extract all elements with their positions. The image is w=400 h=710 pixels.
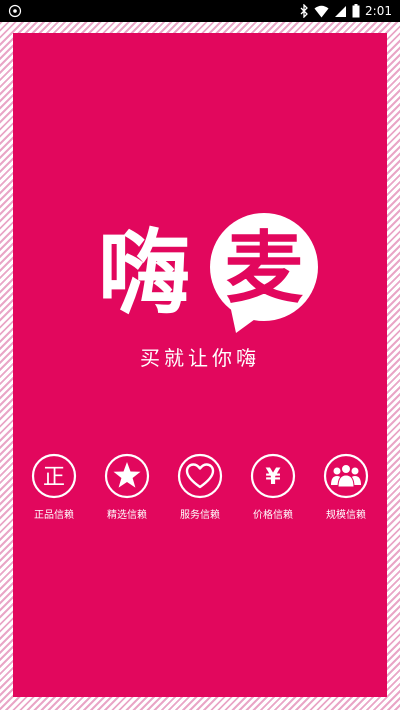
- logo-bubble: 麦: [210, 213, 318, 333]
- group-badge-icon: [323, 453, 369, 499]
- feature-item: ¥ 价格信赖: [239, 452, 307, 521]
- yen-glyph: ¥: [265, 465, 281, 490]
- zheng-badge-icon: 正: [31, 453, 77, 499]
- feature-item: 精选信赖: [93, 452, 161, 521]
- heart-badge-icon: [177, 453, 223, 499]
- feature-list: 正 正品信赖 精选信赖 服务信赖 ¥ 价格信赖 规模信赖: [20, 452, 380, 521]
- zheng-glyph: 正: [43, 465, 65, 490]
- bluetooth-icon: [300, 4, 308, 18]
- feature-label: 精选信赖: [107, 510, 147, 521]
- signal-icon: [335, 5, 347, 17]
- status-bar-left: [8, 4, 22, 18]
- wifi-icon: [314, 5, 329, 17]
- app-notification-icon: [8, 4, 22, 18]
- feature-label: 价格信赖: [253, 510, 293, 521]
- yen-badge-icon: ¥: [250, 453, 296, 499]
- feature-label: 正品信赖: [34, 510, 74, 521]
- feature-item: 服务信赖: [166, 452, 234, 521]
- logo-char-2: 麦: [225, 224, 303, 314]
- slogan: 买就让你嗨: [140, 346, 260, 370]
- brand-logo: 嗨 麦: [98, 213, 318, 333]
- battery-icon: [352, 4, 360, 18]
- status-bar: 2:01: [0, 0, 400, 22]
- feature-label: 服务信赖: [180, 510, 220, 521]
- status-time: 2:01: [365, 4, 392, 18]
- status-bar-right: 2:01: [299, 4, 392, 18]
- feature-item: 规模信赖: [312, 452, 380, 521]
- feature-label: 规模信赖: [326, 510, 366, 521]
- star-badge-icon: [104, 453, 150, 499]
- feature-item: 正 正品信赖: [20, 452, 88, 521]
- logo-char-1: 嗨: [98, 220, 190, 327]
